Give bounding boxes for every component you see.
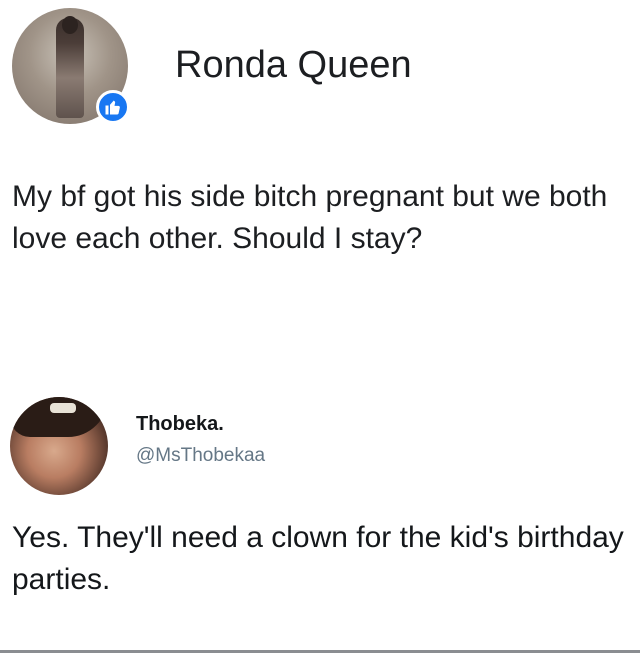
thumbs-up-icon [96,90,130,124]
facebook-post: Ronda Queen My bf got his side bitch pre… [0,0,640,360]
reply-handle[interactable]: @MsThobekaa [136,444,265,468]
thumbs-up-glyph [105,100,120,115]
reply-display-name[interactable]: Thobeka. [136,411,224,437]
reply-avatar[interactable] [10,397,108,495]
avatar-photo-crown [50,403,76,413]
reply-text: Yes. They'll need a clown for the kid's … [12,521,624,596]
avatar-photo-head [62,16,78,34]
post-author-name[interactable]: Ronda Queen [175,42,412,88]
tweet-reply: Thobeka. @MsThobekaa Yes. They'll need a… [0,380,640,653]
post-text: My bf got his side bitch pregnant but we… [12,180,616,255]
